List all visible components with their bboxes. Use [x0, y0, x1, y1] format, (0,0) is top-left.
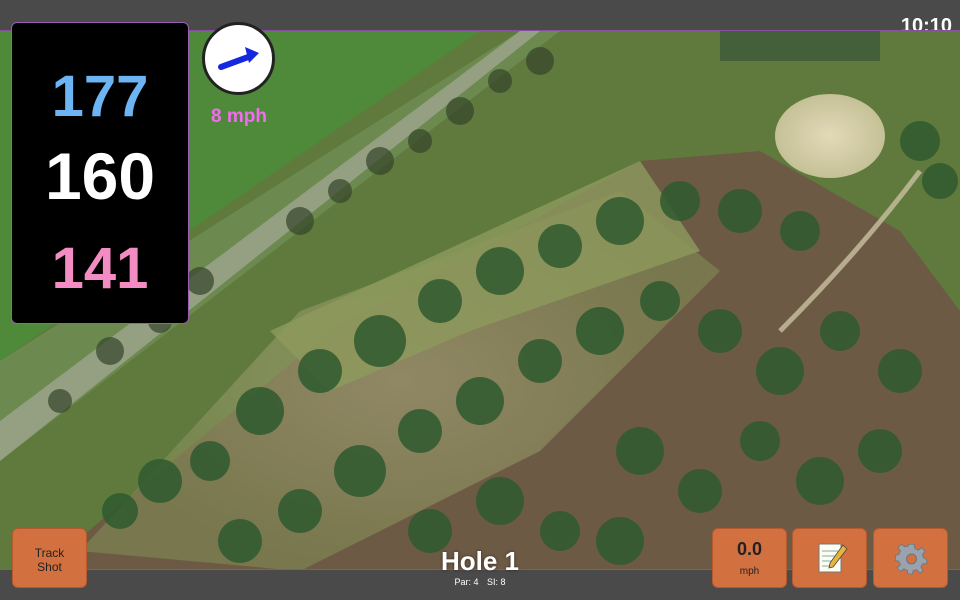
wind-speed: 8 mph [211, 106, 267, 127]
middle-yardage: 160 [44, 139, 156, 213]
track-shot-label-1: Track [34, 546, 65, 560]
hole-par: Par: 4 [454, 577, 479, 587]
track-shot-label-2: Shot [37, 560, 62, 574]
track-shot-button[interactable]: Track Shot [12, 528, 87, 588]
yardage-panel: 177 160 141 [11, 22, 189, 324]
notes-button[interactable] [792, 528, 867, 588]
notepad-icon [818, 543, 848, 573]
hole-stroke-index: SI: 8 [487, 577, 506, 587]
back-yardage: 177 [51, 64, 149, 129]
speed-button[interactable]: 0.0 mph [712, 528, 787, 588]
gear-icon [894, 543, 928, 575]
speed-unit: mph [739, 566, 760, 577]
settings-button[interactable] [873, 528, 948, 588]
speed-value: 0.0 [736, 539, 763, 559]
wind-indicator [202, 22, 275, 95]
front-yardage: 141 [51, 236, 149, 301]
hole-info: Par: 4 SI: 8 [380, 577, 580, 587]
hole-title: Hole 1 [440, 546, 520, 576]
wind-arrow-icon [218, 47, 259, 70]
